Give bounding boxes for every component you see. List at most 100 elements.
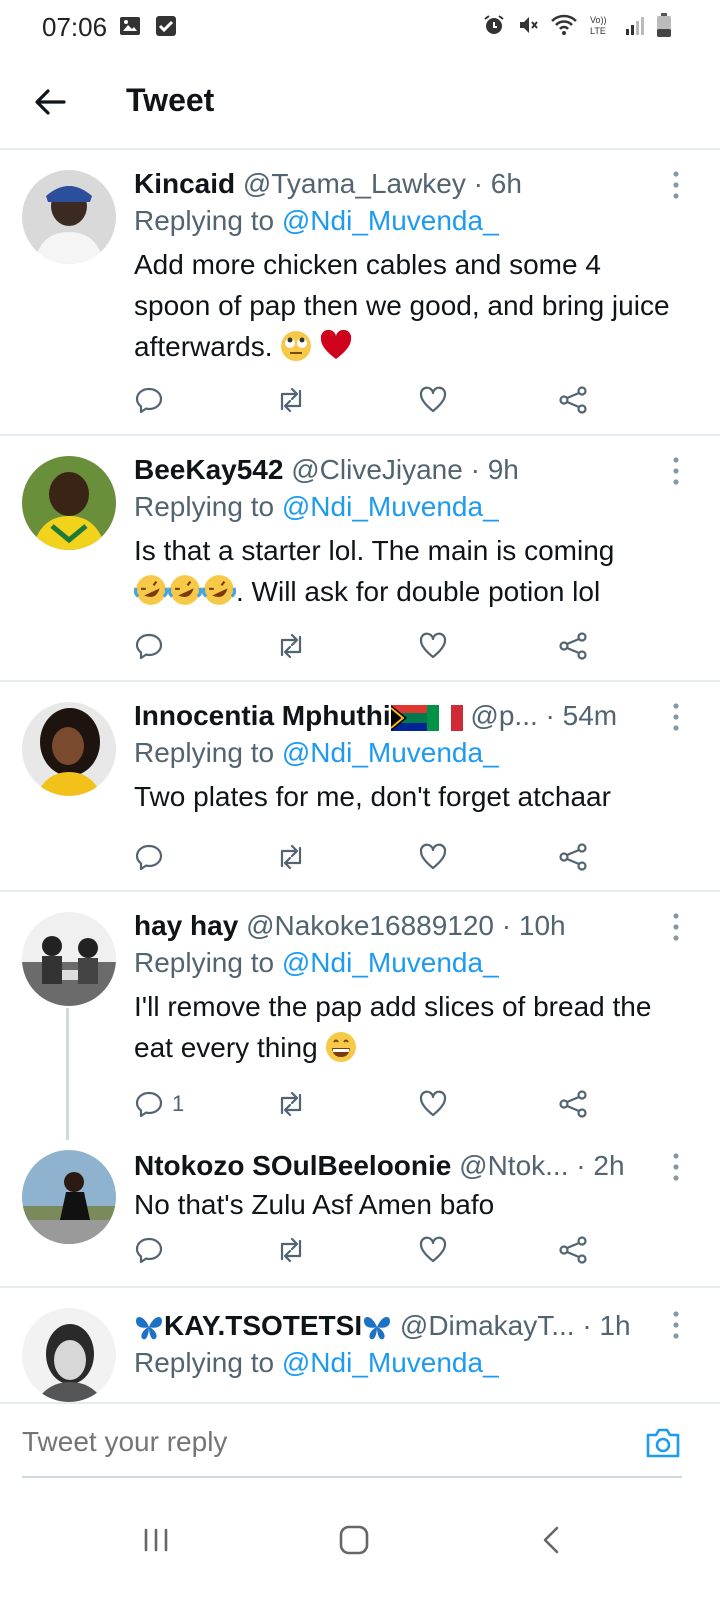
tweet-time: · 9h bbox=[470, 454, 519, 485]
like-button[interactable] bbox=[418, 626, 448, 666]
reply-tweet[interactable]: Ntokozo SOulBeeloonie @Ntok... · 2h No t… bbox=[0, 1138, 720, 1288]
like-button[interactable] bbox=[418, 1084, 448, 1124]
display-name[interactable]: Ntokozo SOulBeeloonie bbox=[134, 1150, 451, 1181]
tweet-time: · 10h bbox=[501, 910, 566, 941]
retweet-icon bbox=[280, 633, 302, 659]
recents-icon[interactable] bbox=[136, 1520, 176, 1560]
share-button[interactable] bbox=[558, 837, 588, 877]
replying-to: Replying to @Ndi_Muvenda_ bbox=[134, 947, 499, 978]
avatar[interactable] bbox=[22, 456, 116, 550]
user-handle[interactable]: @p... bbox=[470, 700, 537, 731]
tweet-actions: 1 bbox=[134, 1084, 614, 1124]
heart-outline-icon bbox=[419, 386, 447, 413]
heart-outline-icon bbox=[419, 632, 447, 659]
tweet-text: Two plates for me, don't forget atchaar bbox=[134, 781, 611, 812]
share-button[interactable] bbox=[558, 1230, 588, 1270]
tweet-time: · 54m bbox=[545, 700, 618, 731]
camera-icon[interactable] bbox=[644, 1426, 682, 1460]
avatar[interactable] bbox=[22, 912, 116, 1006]
retweet-icon bbox=[280, 1237, 302, 1263]
display-name[interactable]: KAY.TSOTETSI bbox=[164, 1310, 362, 1341]
rofl-emoji bbox=[134, 575, 168, 605]
like-button[interactable] bbox=[418, 837, 448, 877]
home-icon[interactable] bbox=[334, 1520, 374, 1560]
tweet-time: · 1h bbox=[582, 1310, 631, 1341]
user-handle[interactable]: @CliveJiyane bbox=[291, 454, 463, 485]
wifi-icon bbox=[551, 14, 577, 35]
mention-link[interactable]: @Ndi_Muvenda_ bbox=[282, 1347, 499, 1378]
tweet-actions bbox=[134, 1230, 614, 1270]
retweet-button[interactable] bbox=[274, 380, 308, 420]
reply-icon bbox=[135, 844, 163, 871]
alarm-icon bbox=[484, 15, 504, 34]
mention-link[interactable]: @Ndi_Muvenda_ bbox=[282, 205, 499, 236]
mention-link[interactable]: @Ndi_Muvenda_ bbox=[282, 947, 499, 978]
display-name[interactable]: BeeKay542 bbox=[134, 454, 283, 485]
reply-tweet[interactable]: Kincaid @Tyama_Lawkey · 6h Replying to @… bbox=[0, 150, 720, 436]
mention-link[interactable]: @Ndi_Muvenda_ bbox=[282, 737, 499, 768]
retweet-button[interactable] bbox=[274, 1230, 308, 1270]
reply-icon bbox=[135, 1237, 163, 1264]
tweet-time: · 2h bbox=[576, 1150, 625, 1181]
retweet-button[interactable] bbox=[274, 626, 308, 666]
tweet-actions bbox=[134, 626, 614, 666]
mention-link[interactable]: @Ndi_Muvenda_ bbox=[282, 491, 499, 522]
user-handle[interactable]: @Nakoke16889120 bbox=[246, 910, 494, 941]
svg-text:LTE: LTE bbox=[590, 26, 606, 36]
share-button[interactable] bbox=[558, 380, 588, 420]
retweet-button[interactable] bbox=[274, 837, 308, 877]
tweet-text: Add more chicken cables and some 4 spoon… bbox=[134, 249, 670, 362]
more-options-icon[interactable] bbox=[670, 1310, 682, 1340]
share-icon bbox=[559, 1090, 587, 1118]
heart-outline-icon bbox=[419, 1090, 447, 1117]
back-icon[interactable] bbox=[532, 1520, 572, 1560]
avatar[interactable] bbox=[22, 170, 116, 264]
south-africa-flag-emoji bbox=[390, 705, 427, 731]
reply-button[interactable] bbox=[134, 1230, 172, 1270]
status-time: 07:06 bbox=[42, 12, 108, 42]
replying-to: Replying to @Ndi_Muvenda_ bbox=[134, 205, 499, 236]
volte-icon: Vo)) LTE bbox=[590, 15, 607, 36]
user-handle[interactable]: @DimakayT... bbox=[400, 1310, 575, 1341]
reply-button[interactable] bbox=[134, 837, 172, 877]
reply-icon bbox=[135, 633, 163, 660]
share-icon bbox=[559, 386, 587, 414]
more-options-icon[interactable] bbox=[670, 170, 682, 200]
display-name[interactable]: Innocentia Mphuthi bbox=[134, 700, 391, 731]
reply-count: 1 bbox=[172, 1091, 185, 1116]
user-handle[interactable]: @Tyama_Lawkey bbox=[243, 168, 466, 199]
reply-button[interactable] bbox=[134, 626, 172, 666]
more-options-icon[interactable] bbox=[670, 1152, 682, 1182]
reply-tweet[interactable]: BeeKay542 @CliveJiyane · 9h Replying to … bbox=[0, 436, 720, 682]
like-button[interactable] bbox=[418, 1230, 448, 1270]
heart-outline-icon bbox=[419, 1236, 447, 1263]
tweet-text: No that's Zulu Asf Amen bafo bbox=[134, 1189, 495, 1220]
more-options-icon[interactable] bbox=[670, 912, 682, 942]
rolling-eyes-emoji bbox=[281, 331, 312, 361]
page-title: Tweet bbox=[126, 82, 215, 118]
reply-button[interactable]: 1 bbox=[134, 1084, 184, 1124]
like-button[interactable] bbox=[418, 380, 448, 420]
arrow-left-icon[interactable] bbox=[30, 82, 70, 122]
avatar[interactable] bbox=[22, 1150, 116, 1244]
reply-tweet[interactable]: hay hay @Nakoke16889120 · 10h Replying t… bbox=[0, 892, 720, 1140]
share-icon bbox=[559, 1236, 587, 1264]
replying-to: Replying to @Ndi_Muvenda_ bbox=[134, 491, 499, 522]
avatar[interactable] bbox=[22, 702, 116, 796]
user-handle[interactable]: @Ntok... bbox=[459, 1150, 568, 1181]
image-icon bbox=[120, 17, 140, 35]
more-options-icon[interactable] bbox=[670, 456, 682, 486]
share-icon bbox=[559, 632, 587, 660]
avatar[interactable] bbox=[22, 1308, 116, 1402]
reply-input[interactable] bbox=[22, 1426, 582, 1458]
reply-tweet[interactable]: Innocentia Mphuthi @p... · 54m Replying … bbox=[0, 682, 720, 892]
share-button[interactable] bbox=[558, 1084, 588, 1124]
display-name[interactable]: hay hay bbox=[134, 910, 238, 941]
retweet-button[interactable] bbox=[274, 1084, 308, 1124]
reply-feed[interactable]: Kincaid @Tyama_Lawkey · 6h Replying to @… bbox=[0, 150, 720, 1426]
reply-button[interactable] bbox=[134, 380, 172, 420]
share-icon bbox=[559, 843, 587, 871]
display-name[interactable]: Kincaid bbox=[134, 168, 235, 199]
share-button[interactable] bbox=[558, 626, 588, 666]
more-options-icon[interactable] bbox=[670, 702, 682, 732]
